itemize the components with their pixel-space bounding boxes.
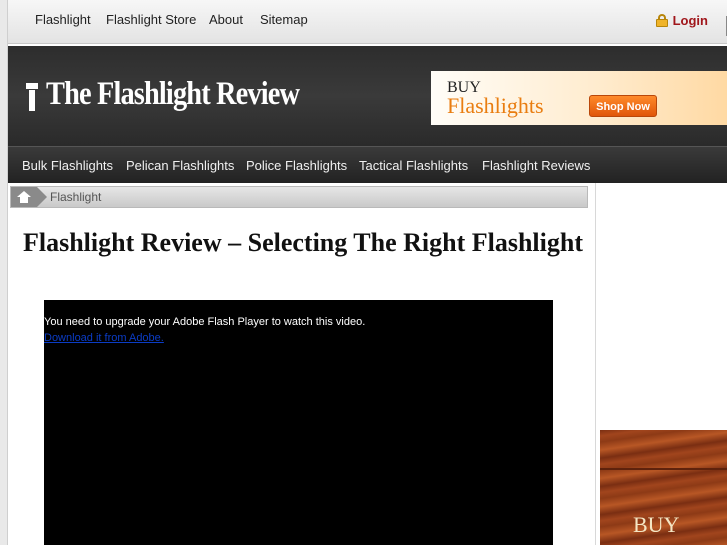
home-icon <box>17 191 31 203</box>
catnav-flashlight-reviews[interactable]: Flashlight Reviews <box>482 158 590 173</box>
flashlight-icon <box>26 79 38 111</box>
sidebar: BUY <box>599 183 727 545</box>
shop-now-button[interactable]: Shop Now <box>589 95 657 117</box>
sidebar-ad-text: BUY <box>633 512 680 537</box>
site-logo[interactable]: The Flashlight Review <box>26 76 340 113</box>
page-title: Flashlight Review – Selecting The Right … <box>23 228 583 257</box>
login-link[interactable]: Login <box>655 13 708 28</box>
breadcrumb-current[interactable]: Flashlight <box>50 190 101 204</box>
topnav-link-flashlight-store[interactable]: Flashlight Store <box>106 12 196 27</box>
catnav-bulk-flashlights[interactable]: Bulk Flashlights <box>22 158 113 173</box>
catnav-pelican-flashlights[interactable]: Pelican Flashlights <box>126 158 234 173</box>
breadcrumb: Flashlight <box>10 186 588 208</box>
adobe-download-link[interactable]: Download it from Adobe. <box>44 332 164 344</box>
home-button[interactable] <box>11 187 47 207</box>
catnav-tactical-flashlights[interactable]: Tactical Flashlights <box>359 158 468 173</box>
catnav-police-flashlights[interactable]: Police Flashlights <box>246 158 347 173</box>
page: Flashlight Flashlight Store About Sitema… <box>7 0 727 545</box>
login-label: Login <box>672 13 708 28</box>
topnav-link-flashlight[interactable]: Flashlight <box>35 12 91 27</box>
site-title: The Flashlight Review <box>46 76 300 112</box>
site-header: The Flashlight Review BUY Flashlights Sh… <box>8 46 727 146</box>
topnav-link-sitemap[interactable]: Sitemap <box>260 12 308 27</box>
ad-wood-seam <box>600 468 727 470</box>
main-content: Flashlight Flashlight Review – Selecting… <box>8 183 596 545</box>
video-player[interactable]: You need to upgrade your Adobe Flash Pla… <box>44 300 553 545</box>
lock-icon <box>655 14 668 27</box>
header-ad-banner[interactable]: BUY Flashlights Shop Now <box>431 71 727 125</box>
top-navigation: Flashlight Flashlight Store About Sitema… <box>8 0 727 44</box>
flash-upgrade-message: You need to upgrade your Adobe Flash Pla… <box>44 316 366 328</box>
sidebar-ad[interactable]: BUY <box>600 430 727 545</box>
category-navigation: Bulk Flashlights Pelican Flashlights Pol… <box>8 146 727 183</box>
topnav-link-about[interactable]: About <box>209 12 243 27</box>
ad-flashlights-text: Flashlights <box>447 93 544 118</box>
